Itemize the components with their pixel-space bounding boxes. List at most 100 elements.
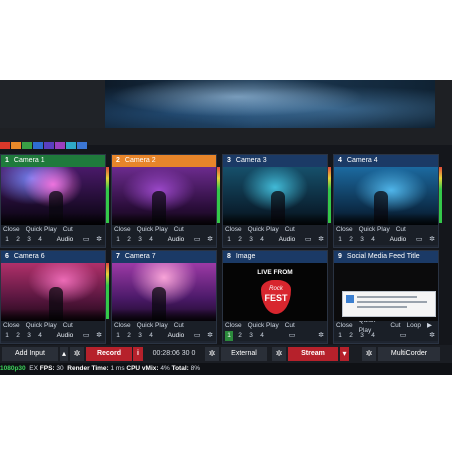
quick-play-button[interactable]: Quick Play (137, 321, 168, 331)
monitor-icon[interactable]: ▭ (83, 331, 90, 341)
overlay-1-button[interactable]: 1 (114, 235, 122, 245)
overlay-1-button[interactable]: 1 (3, 331, 11, 341)
close-button[interactable]: Close (336, 225, 353, 235)
gear-icon[interactable]: ✲ (429, 331, 435, 341)
audio-button[interactable]: Audio (51, 235, 80, 245)
input-title-bar[interactable]: 8 Image (223, 251, 327, 263)
input-title-bar[interactable]: 3 Camera 3 (223, 155, 327, 167)
input-tile[interactable]: 8 Image LIVE FROM Rock FEST Close Quick Play Cu… (222, 250, 328, 344)
overlay-3-button[interactable]: 3 (247, 235, 255, 245)
input-thumbnail[interactable]: LIVE FROM Rock FEST (223, 263, 327, 321)
overlay-3-button[interactable]: 3 (358, 235, 366, 245)
stream-button[interactable]: Stream (288, 347, 338, 361)
color-swatch[interactable] (77, 142, 87, 149)
multicorder-settings-button[interactable]: ✲ (362, 347, 376, 361)
external-button[interactable]: External (221, 347, 267, 361)
color-swatch[interactable] (33, 142, 43, 149)
overlay-3-button[interactable]: 3 (247, 331, 255, 341)
overlay-4-button[interactable]: 4 (147, 235, 155, 245)
overlay-3-button[interactable]: 3 (136, 331, 144, 341)
overlay-1-button[interactable]: 1 (336, 331, 344, 341)
input-title-bar[interactable]: 6 Camera 6 (1, 251, 105, 263)
close-button[interactable]: Close (225, 225, 242, 235)
gear-icon[interactable]: ✲ (318, 235, 324, 245)
quick-play-button[interactable]: Quick Play (359, 225, 390, 235)
close-button[interactable]: Close (225, 321, 242, 331)
monitor-icon[interactable]: ▭ (400, 331, 407, 341)
input-tile[interactable]: 7 Camera 7 Close Quick Play Cut 1 2 3 4 Audio ▭ ✲ (111, 250, 217, 344)
play-icon[interactable]: ▶ (427, 321, 432, 331)
cut-button[interactable]: Cut (63, 225, 73, 235)
color-swatch[interactable] (55, 142, 65, 149)
close-button[interactable]: Close (114, 225, 131, 235)
overlay-2-button[interactable]: 2 (125, 331, 133, 341)
overlay-2-button[interactable]: 2 (236, 331, 244, 341)
input-title-bar[interactable]: 9 Social Media Feed Title (334, 251, 438, 263)
input-thumbnail[interactable] (112, 263, 216, 321)
input-title-bar[interactable]: 7 Camera 7 (112, 251, 216, 263)
monitor-icon[interactable]: ▭ (83, 235, 90, 245)
color-swatch[interactable] (66, 142, 76, 149)
input-title-bar[interactable]: 2 Camera 2 (112, 155, 216, 167)
quick-play-button[interactable]: Quick Play (137, 225, 168, 235)
close-button[interactable]: Close (3, 225, 20, 235)
overlay-4-button[interactable]: 4 (36, 235, 44, 245)
overlay-3-button[interactable]: 3 (25, 331, 33, 341)
overlay-4-button[interactable]: 4 (258, 235, 266, 245)
overlay-2-button[interactable]: 2 (347, 235, 355, 245)
audio-button[interactable]: Audio (273, 235, 302, 245)
cut-button[interactable]: Cut (174, 225, 184, 235)
record-info-button[interactable]: i (133, 347, 143, 361)
audio-button[interactable]: Audio (162, 331, 191, 341)
close-button[interactable]: Close (3, 321, 20, 331)
input-tile[interactable]: 9Social Media Feed TitleCloseQuick PlayC… (333, 250, 439, 344)
gear-icon[interactable]: ✲ (207, 331, 213, 341)
overlay-3-button[interactable]: 3 (25, 235, 33, 245)
monitor-icon[interactable]: ▭ (194, 331, 201, 341)
input-thumbnail[interactable] (112, 167, 216, 225)
cut-button[interactable]: Cut (285, 225, 295, 235)
overlay-4-button[interactable]: 4 (369, 331, 377, 341)
gear-icon[interactable]: ✲ (96, 235, 102, 245)
overlay-4-button[interactable]: 4 (369, 235, 377, 245)
overlay-3-button[interactable]: 3 (136, 235, 144, 245)
close-button[interactable]: Close (336, 321, 353, 331)
monitor-icon[interactable]: ▭ (416, 235, 423, 245)
monitor-icon[interactable]: ▭ (289, 331, 296, 341)
record-button[interactable]: Record (86, 347, 132, 361)
overlay-1-button[interactable]: 1 (336, 235, 344, 245)
input-tile[interactable]: 2 Camera 2 Close Quick Play Cut 1 2 3 4 Audio ▭ ✲ (111, 154, 220, 248)
monitor-icon[interactable]: ▭ (305, 235, 312, 245)
input-tile[interactable]: 3 Camera 3 Close Quick Play Cut 1 2 3 4 Audio ▭ ✲ (222, 154, 331, 248)
overlay-4-button[interactable]: 4 (258, 331, 266, 341)
gear-icon[interactable]: ✲ (318, 331, 324, 341)
input-thumbnail[interactable] (1, 167, 105, 225)
gear-icon[interactable]: ✲ (96, 331, 102, 341)
external-settings-button[interactable]: ✲ (205, 347, 219, 361)
gear-icon[interactable]: ✲ (429, 235, 435, 245)
audio-button[interactable]: Audio (162, 235, 191, 245)
input-tile[interactable]: 4 Camera 4 Close Quick Play Cut 1 2 3 4 Audio ▭ ✲ (333, 154, 442, 248)
stream-dropdown[interactable]: ▾ (340, 347, 349, 361)
overlay-1-button[interactable]: 1 (3, 235, 11, 245)
quick-play-button[interactable]: Quick Play (26, 321, 57, 331)
overlay-2-button[interactable]: 2 (14, 235, 22, 245)
cut-button[interactable]: Cut (174, 321, 184, 331)
input-tile[interactable]: 1 Camera 1 Close Quick Play Cut 1 2 3 4 Audio ▭ ✲ (0, 154, 109, 248)
audio-button[interactable]: Audio (384, 235, 413, 245)
input-thumbnail[interactable] (334, 167, 438, 225)
loop-button[interactable]: Loop (407, 321, 421, 331)
input-thumbnail[interactable] (334, 263, 438, 321)
overlay-2-button[interactable]: 2 (236, 235, 244, 245)
overlay-2-button[interactable]: 2 (125, 235, 133, 245)
cut-button[interactable]: Cut (285, 321, 295, 331)
stream-settings-button[interactable]: ✲ (272, 347, 286, 361)
color-swatch[interactable] (44, 142, 54, 149)
input-thumbnail[interactable] (223, 167, 327, 225)
gear-icon[interactable]: ✲ (207, 235, 213, 245)
input-tile[interactable]: 6 Camera 6 Close Quick Play Cut 1 2 3 4 Audio ▭ ✲ (0, 250, 109, 344)
cut-button[interactable]: Cut (390, 321, 400, 331)
add-input-dropdown[interactable]: ▴ (60, 347, 68, 361)
overlay-1-button[interactable]: 1 (225, 235, 233, 245)
overlay-2-button[interactable]: 2 (14, 331, 22, 341)
